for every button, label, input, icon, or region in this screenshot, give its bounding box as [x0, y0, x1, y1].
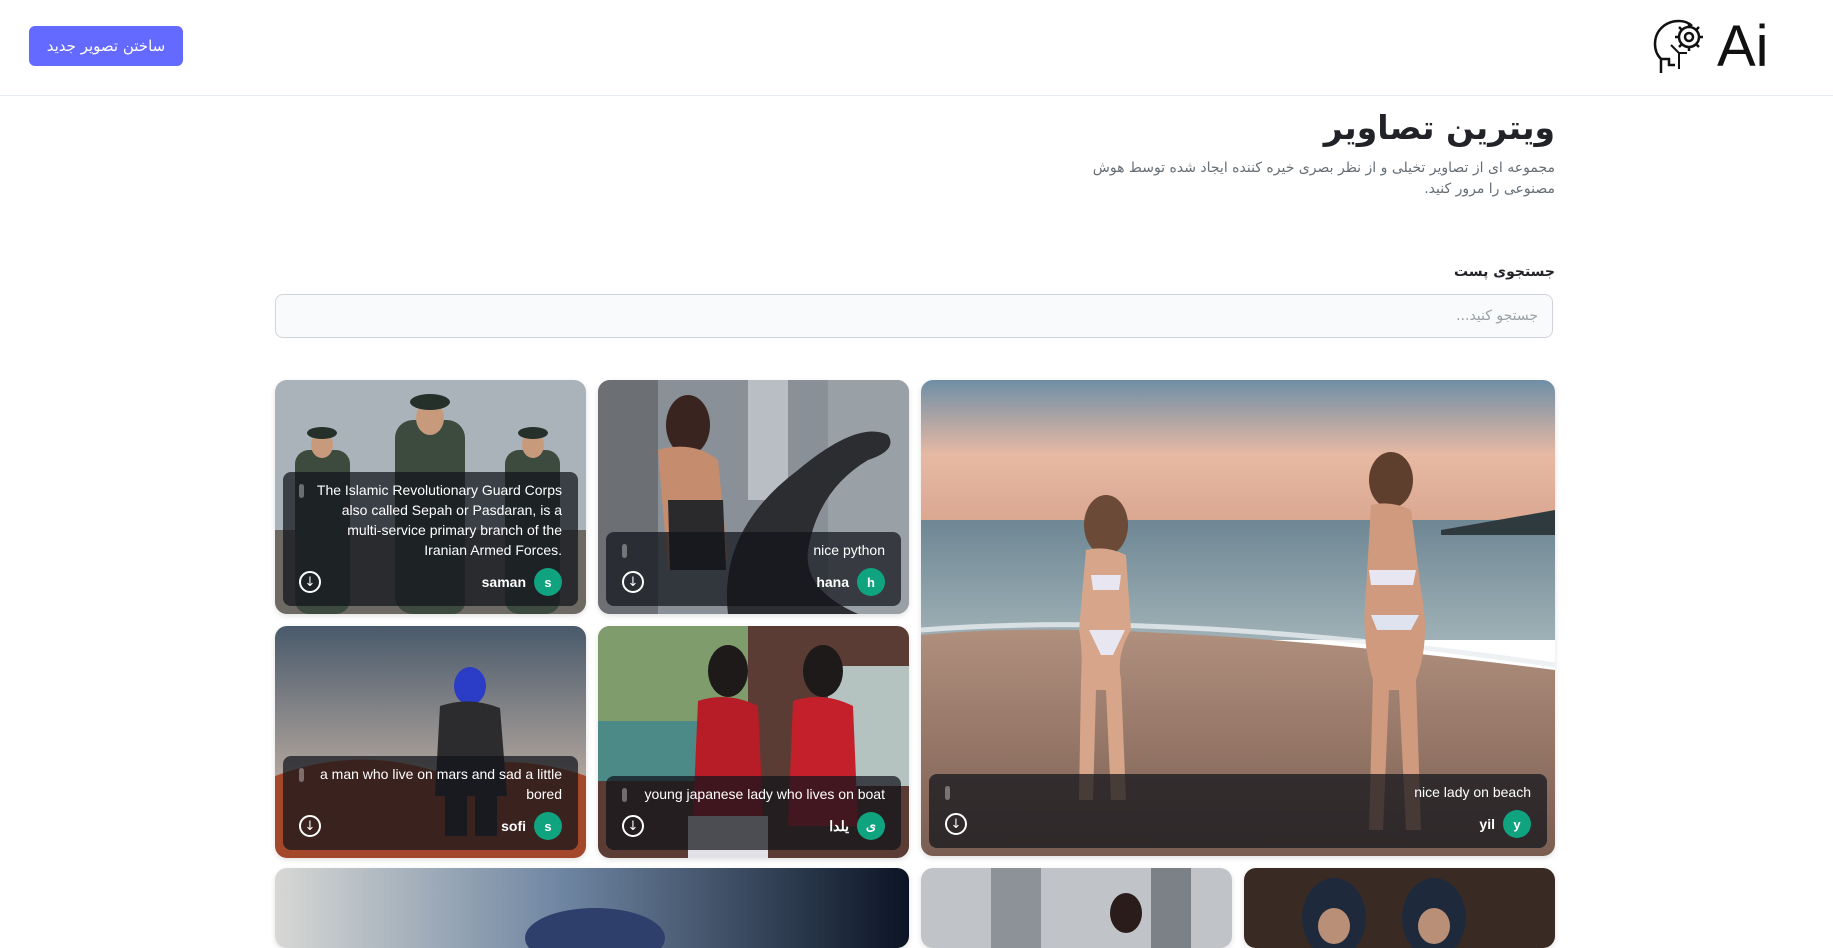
post-overlay: young japanese lady who lives on boat ↓ …	[606, 776, 901, 850]
author-name: hana	[816, 574, 849, 590]
search-input[interactable]	[275, 294, 1553, 338]
gallery-card[interactable]: nice python ↓ hana h	[598, 380, 909, 614]
author-name: یلدا	[829, 817, 849, 834]
image-gallery: nice lady on beach ↓ yil y nice python ↓…	[275, 380, 1555, 948]
logo-text: Ai	[1717, 14, 1769, 79]
post-author: sofi s	[501, 812, 562, 840]
post-author: saman s	[482, 568, 562, 596]
author-name: yil	[1479, 816, 1495, 832]
top-header: Ai ساختن تصویر جدید	[0, 0, 1833, 96]
post-image	[921, 868, 1232, 948]
avatar: s	[534, 812, 562, 840]
author-name: sofi	[501, 818, 526, 834]
create-image-button[interactable]: ساختن تصویر جدید	[29, 26, 183, 66]
avatar: ی	[857, 812, 885, 840]
download-icon[interactable]: ↓	[299, 571, 321, 593]
scroll-indicator	[622, 544, 627, 558]
scroll-indicator	[945, 786, 950, 800]
download-icon[interactable]: ↓	[622, 571, 644, 593]
post-prompt: nice lady on beach	[1414, 784, 1531, 800]
post-author: yil y	[1479, 810, 1531, 838]
download-icon[interactable]: ↓	[299, 815, 321, 837]
download-icon[interactable]: ↓	[622, 815, 644, 837]
post-prompt: a man who live on mars and sad a little …	[319, 766, 562, 802]
gallery-card[interactable]: The Islamic Revolutionary Guard Corps al…	[275, 380, 586, 614]
avatar: s	[534, 568, 562, 596]
download-icon[interactable]: ↓	[945, 813, 967, 835]
gallery-card[interactable]	[921, 868, 1232, 948]
ai-head-gear-icon	[1649, 13, 1713, 81]
logo[interactable]: Ai	[1649, 14, 1799, 80]
page-subtitle: مجموعه ای از تصاویر تخیلی و از نظر بصری …	[1092, 160, 1555, 197]
page-title: ویترین تصاویر	[1323, 108, 1555, 147]
post-overlay: a man who live on mars and sad a little …	[283, 756, 578, 850]
post-overlay: nice python ↓ hana h	[606, 532, 901, 606]
post-overlay: nice lady on beach ↓ yil y	[929, 774, 1547, 848]
scroll-indicator	[622, 788, 627, 802]
gallery-card[interactable]	[275, 868, 909, 948]
search-label: جستجوی پست	[1454, 264, 1555, 280]
scroll-indicator	[299, 768, 304, 782]
post-prompt: nice python	[813, 542, 885, 558]
gallery-card[interactable]	[1244, 868, 1555, 948]
author-name: saman	[481, 574, 526, 590]
scroll-indicator	[299, 484, 304, 498]
post-author: یلدا ی	[829, 812, 885, 840]
post-prompt: young japanese lady who lives on boat	[644, 786, 885, 802]
post-prompt: The Islamic Revolutionary Guard Corps al…	[316, 482, 562, 558]
gallery-card[interactable]: a man who live on mars and sad a little …	[275, 626, 586, 858]
gallery-card[interactable]: nice lady on beach ↓ yil y	[921, 380, 1555, 856]
post-overlay: The Islamic Revolutionary Guard Corps al…	[283, 472, 578, 606]
post-author: hana h	[816, 568, 885, 596]
avatar: h	[857, 568, 885, 596]
post-image	[275, 868, 909, 948]
avatar: y	[1503, 810, 1531, 838]
post-image	[1244, 868, 1555, 948]
gallery-card[interactable]: young japanese lady who lives on boat ↓ …	[598, 626, 909, 858]
